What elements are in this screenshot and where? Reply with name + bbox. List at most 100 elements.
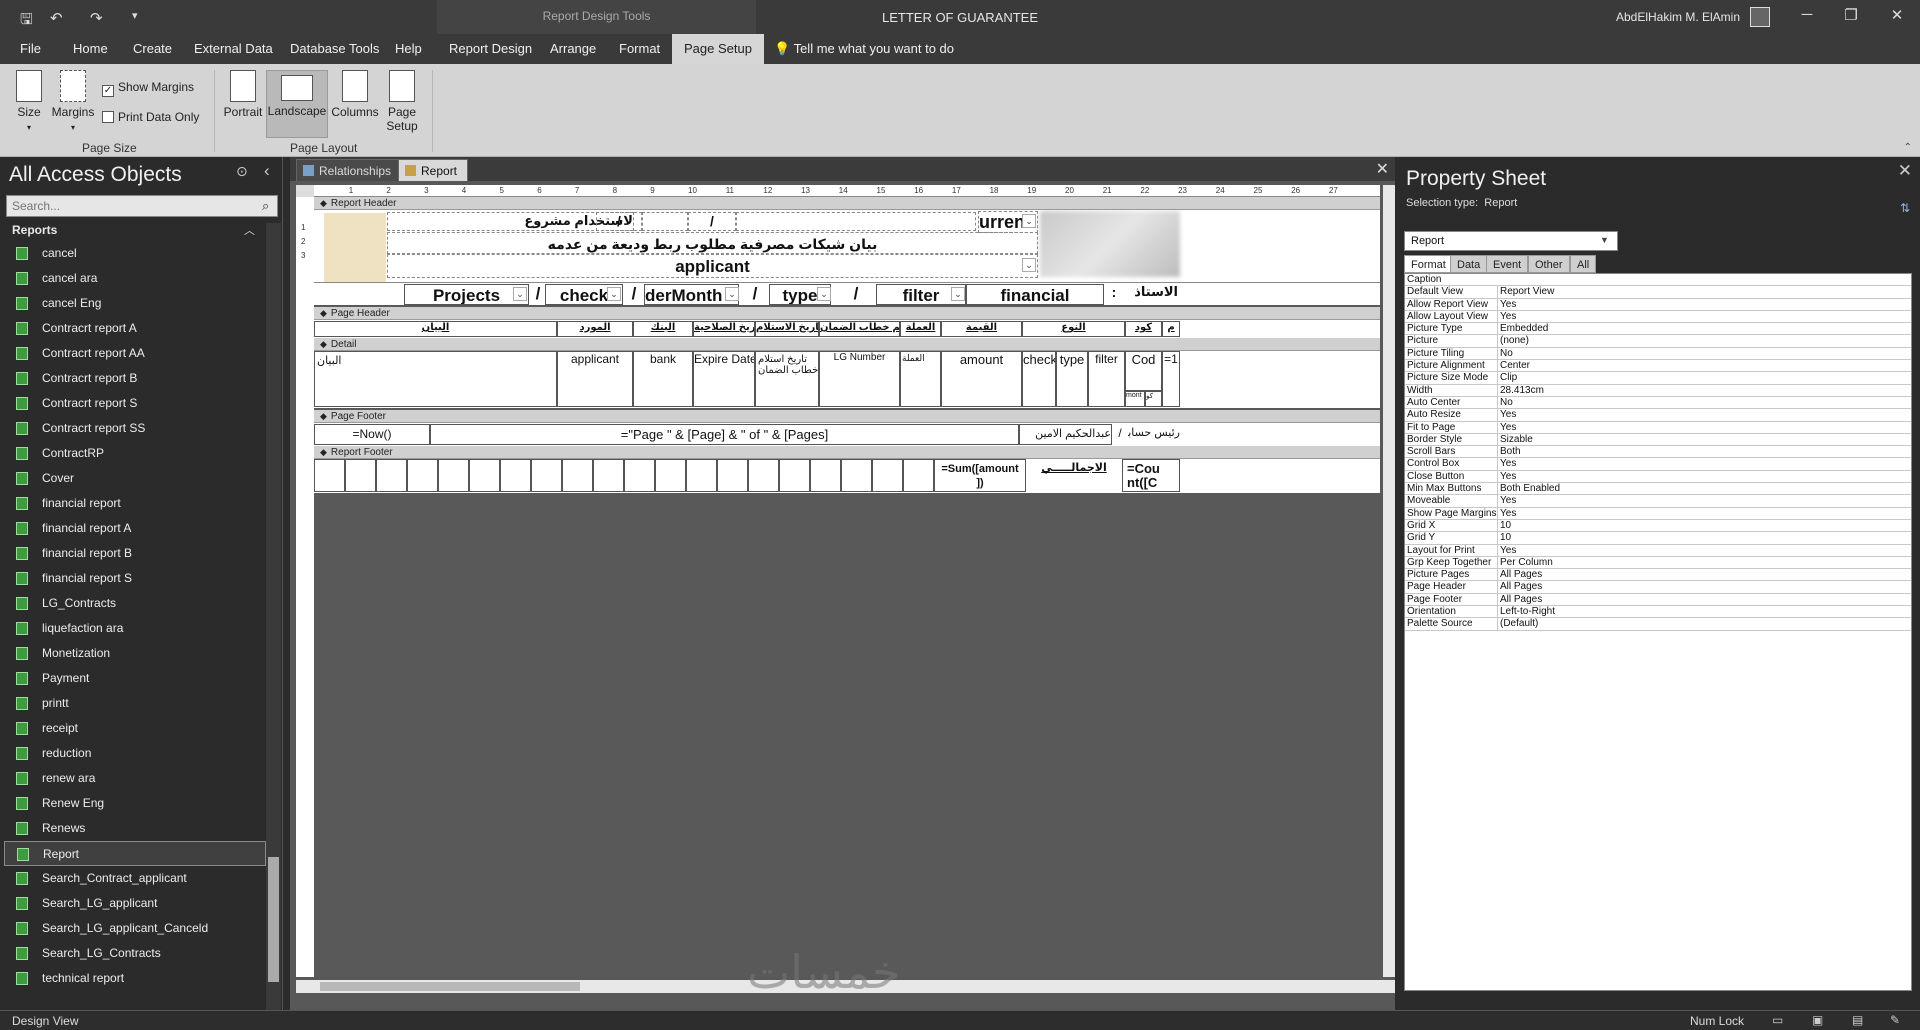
nav-item-report[interactable]: financial report S [4, 566, 266, 591]
footer-empty-cell[interactable] [562, 459, 593, 492]
accounts-head-label[interactable]: رئيس حسابات [1128, 424, 1180, 445]
count-textbox[interactable]: =Cou nt([C [1122, 459, 1180, 492]
nav-item-report[interactable]: Contracrt report A [4, 316, 266, 341]
section-bar-page-header[interactable]: ◆ Page Header [314, 307, 1380, 320]
vertical-scrollbar[interactable] [1383, 185, 1395, 977]
nav-item-report[interactable]: Contracrt report SS [4, 416, 266, 441]
amount-textbox[interactable]: amount [941, 351, 1022, 407]
property-value[interactable]: Clip [1497, 372, 1907, 385]
ps-tab-format[interactable]: Format [1404, 255, 1453, 273]
restore-button[interactable]: ❐ [1836, 6, 1866, 24]
design-view-icon[interactable]: ✎ [1890, 1013, 1900, 1027]
check-textbox[interactable]: check [1022, 351, 1056, 407]
property-value[interactable]: Yes [1497, 310, 1907, 323]
date-field[interactable] [642, 212, 688, 231]
property-value[interactable]: Yes [1497, 470, 1907, 483]
property-row[interactable]: Width 28.413cm [1405, 384, 1911, 397]
blurred-logo-image[interactable] [1040, 211, 1180, 277]
report-view-icon[interactable]: ▭ [1772, 1013, 1783, 1027]
property-value[interactable]: Center [1497, 360, 1907, 373]
horizontal-scroll-thumb[interactable] [320, 982, 580, 991]
now-textbox[interactable]: =Now() [314, 424, 430, 445]
logo-image-control[interactable] [324, 213, 386, 283]
bank-textbox[interactable]: bank [633, 351, 693, 407]
property-row[interactable]: Auto Resize Yes [1405, 409, 1911, 422]
property-row[interactable]: Picture Pages All Pages [1405, 569, 1911, 582]
chevron-down-icon[interactable]: ⌄ [725, 287, 739, 301]
applicant-field[interactable]: applicant [387, 254, 1038, 278]
footer-empty-cell[interactable] [314, 459, 345, 492]
lg-number-textbox[interactable]: LG Number [819, 351, 900, 407]
property-row[interactable]: Picture Tiling No [1405, 347, 1911, 361]
property-row[interactable]: Fit to Page Yes [1405, 421, 1911, 434]
tab-file[interactable]: File [20, 34, 41, 64]
property-value[interactable]: Yes [1497, 495, 1907, 508]
nav-item-report[interactable]: receipt [4, 716, 266, 741]
footer-empty-cell[interactable] [655, 459, 686, 492]
portrait-button[interactable]: Portrait [222, 70, 264, 138]
nav-item-report[interactable]: cancel Eng [4, 291, 266, 316]
col-header-received[interactable]: تاريخ الاستلام [755, 321, 819, 337]
object-selector-combo[interactable]: Report [1404, 231, 1618, 251]
user-name[interactable]: AbdElHakim M. ElAmin [1616, 10, 1740, 24]
property-row[interactable]: Default View Report View [1405, 286, 1911, 299]
size-button[interactable]: Size ▾ [14, 70, 44, 138]
property-value[interactable]: Report View [1497, 286, 1907, 299]
slash-label[interactable]: / [688, 212, 736, 231]
slash-label[interactable]: / [531, 284, 545, 305]
nav-item-report[interactable]: Search_LG_applicant_Canceld [4, 916, 266, 941]
signer-label[interactable]: عبدالحكيم الامين [1019, 424, 1112, 445]
property-row[interactable]: Allow Report View Yes [1405, 298, 1911, 311]
columns-button[interactable]: Columns [330, 70, 380, 138]
report-selector[interactable] [296, 185, 314, 197]
property-row[interactable]: Layout for Print Yes [1405, 544, 1911, 557]
nav-item-report[interactable]: Cover [4, 466, 266, 491]
redo-icon[interactable]: ↷ [90, 9, 103, 27]
sort-icon[interactable]: ⇅ [1900, 201, 1910, 215]
report-header-section[interactable]: لاستخدام مشروع / / urrenc ⌄ بيان شيكات م… [314, 210, 1380, 305]
footer-empty-cell[interactable] [810, 459, 841, 492]
horizontal-ruler[interactable]: 1 2 3 4 5 6 7 8 9 10 11 12 13 14 15 16 17 18 19 20 21 22 23 24 2… [314, 185, 1380, 197]
undo-icon[interactable]: ↶ [50, 9, 63, 27]
received-date-textbox[interactable]: تاريخ استلام خطاب الضمان [755, 351, 819, 407]
collapse-ribbon-icon[interactable]: ⌃ [1904, 142, 1912, 153]
nav-item-report[interactable]: renew ara [4, 766, 266, 791]
tab-create[interactable]: Create [133, 34, 172, 64]
nav-item-report[interactable]: Renews [4, 816, 266, 841]
save-icon[interactable]: 🖫 [20, 9, 33, 34]
expire-date-textbox[interactable]: Expire Date [693, 351, 755, 407]
nav-item-report[interactable]: LG_Contracts [4, 591, 266, 616]
chevron-down-icon[interactable]: ▼ [1600, 235, 1609, 245]
property-row[interactable]: Scroll Bars Both [1405, 446, 1911, 459]
tab-help[interactable]: Help [395, 34, 422, 64]
nav-item-report[interactable]: financial report B [4, 541, 266, 566]
code-small-textbox[interactable]: كو [1145, 391, 1162, 407]
property-row[interactable]: Picture (none) [1405, 335, 1911, 348]
slash-label[interactable]: / [744, 284, 766, 305]
property-row[interactable]: Picture Size Mode Clip [1405, 372, 1911, 385]
property-value[interactable]: Yes [1497, 458, 1907, 471]
close-button[interactable]: ✕ [1882, 6, 1912, 24]
nav-item-report[interactable]: Payment [4, 666, 266, 691]
serial-textbox[interactable]: =1 [1162, 351, 1180, 407]
chevron-down-icon[interactable]: ⌄ [817, 287, 831, 301]
property-value[interactable]: Both [1497, 446, 1907, 459]
property-row[interactable]: Page Header All Pages [1405, 581, 1911, 594]
colon-label[interactable]: : [1104, 284, 1124, 305]
nav-pane-title[interactable]: All Access Objects [9, 163, 182, 187]
property-value[interactable]: All Pages [1497, 569, 1907, 582]
footer-empty-cell[interactable] [872, 459, 903, 492]
slash-label[interactable]: / [625, 284, 643, 305]
nav-item-report[interactable]: Search_LG_Contracts [4, 941, 266, 966]
nav-item-report[interactable]: ContractRP [4, 441, 266, 466]
property-value[interactable]: Yes [1497, 409, 1907, 422]
tab-home[interactable]: Home [73, 34, 108, 64]
footer-empty-cell[interactable] [376, 459, 407, 492]
tab-database-tools[interactable]: Database Tools [290, 34, 379, 64]
code-textbox[interactable]: Cod [1125, 351, 1162, 391]
footer-slash[interactable]: / [1112, 424, 1128, 445]
property-value[interactable]: No [1497, 396, 1907, 409]
minimize-button[interactable]: ─ [1792, 6, 1822, 23]
property-value[interactable]: 28.413cm [1497, 384, 1907, 397]
total-label[interactable]: الاجمالـــــي [1026, 461, 1122, 479]
